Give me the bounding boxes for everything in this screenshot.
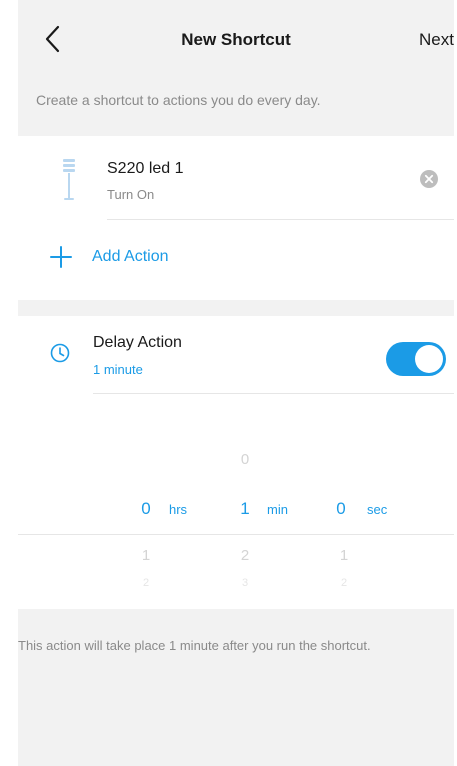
- left-edge: [0, 0, 18, 766]
- add-action-label: Add Action: [92, 248, 169, 265]
- delay-action-title: Delay Action: [93, 334, 182, 351]
- add-action-button[interactable]: Add Action: [50, 246, 169, 268]
- delay-action-value: 1 minute: [93, 362, 143, 377]
- device-state: Turn On: [107, 187, 155, 202]
- picker-seconds-below-2: 2: [340, 577, 348, 589]
- picker-minutes-unit: min: [267, 502, 288, 517]
- page-title: New Shortcut: [181, 30, 291, 49]
- divider: [93, 393, 454, 394]
- close-circle-icon: [420, 170, 438, 188]
- picker-hours-below: 1: [141, 547, 151, 564]
- picker-seconds-value[interactable]: 0: [326, 499, 356, 519]
- picker-seconds-unit: sec: [367, 502, 388, 517]
- remove-action-button[interactable]: [420, 170, 438, 188]
- picker-minutes-above: 0: [240, 451, 250, 468]
- picker-minutes-below-2: 3: [241, 577, 249, 589]
- actions-card: S220 led 1 Turn On Add Action: [18, 136, 454, 300]
- page-subtitle: Create a shortcut to actions you do ever…: [36, 92, 321, 108]
- plus-icon: [50, 246, 72, 268]
- toggle-knob: [415, 345, 443, 373]
- picker-hours-below-2: 2: [142, 577, 150, 589]
- picker-minutes-below: 2: [240, 547, 250, 564]
- next-button[interactable]: Next: [419, 30, 454, 50]
- picker-hours-value[interactable]: 0: [131, 499, 161, 519]
- delay-card: Delay Action 1 minute 0 0 hrs 1 min 0 se…: [18, 316, 454, 609]
- picker-divider: [18, 534, 454, 535]
- time-picker[interactable]: 0 0 hrs 1 min 0 sec 1 2 1 2 3 2: [18, 446, 454, 609]
- device-name: S220 led 1: [107, 160, 184, 177]
- lamp-icon: [63, 159, 75, 200]
- divider: [107, 219, 454, 220]
- screen: New Shortcut Next Create a shortcut to a…: [0, 0, 457, 766]
- picker-minutes-value[interactable]: 1: [230, 499, 260, 519]
- picker-hours-unit: hrs: [169, 502, 188, 517]
- delay-toggle[interactable]: [386, 342, 446, 376]
- footer-note: This action will take place 1 minute aft…: [18, 638, 371, 653]
- clock-icon: [50, 343, 70, 363]
- header: New Shortcut Next: [18, 0, 454, 80]
- picker-seconds-below: 1: [339, 547, 349, 564]
